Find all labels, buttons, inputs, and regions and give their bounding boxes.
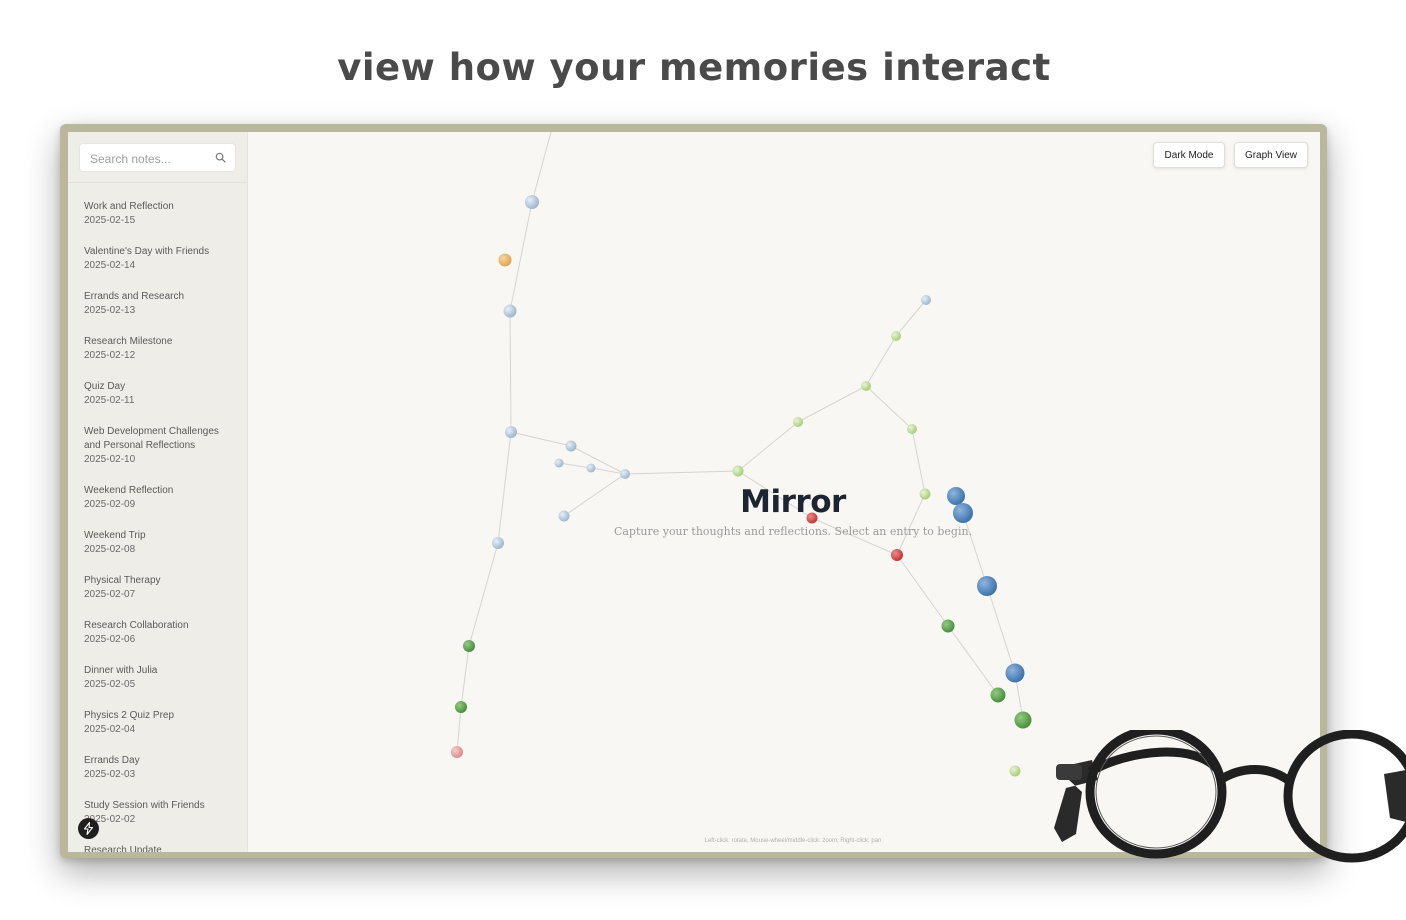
note-list-item[interactable]: Work and Reflection 2025-02-15 xyxy=(68,200,247,228)
note-list-item[interactable]: Research Milestone 2025-02-12 xyxy=(68,335,247,363)
note-date: 2025-02-07 xyxy=(84,589,136,600)
graph-edges xyxy=(456,132,1024,753)
note-title: Physical Therapy xyxy=(84,575,161,586)
app-title: Mirror xyxy=(740,484,846,520)
note-title: Weekend Reflection xyxy=(84,485,174,496)
graph-node[interactable] xyxy=(793,417,803,427)
graph-node[interactable] xyxy=(525,195,539,209)
graph-node[interactable] xyxy=(463,640,475,652)
bolt-button[interactable] xyxy=(78,818,99,839)
graph-node[interactable] xyxy=(907,424,917,434)
graph-node[interactable] xyxy=(455,701,467,713)
graph-node[interactable] xyxy=(732,465,744,477)
graph-node[interactable] xyxy=(565,440,577,452)
note-title: Research Update xyxy=(84,845,162,852)
note-date: 2025-02-08 xyxy=(84,544,136,555)
note-list-item[interactable]: Web Development Challenges and Personal … xyxy=(68,425,247,467)
page-headline: view how your memories interact xyxy=(337,46,1051,89)
graph-node[interactable] xyxy=(919,488,931,500)
graph-node[interactable] xyxy=(498,253,512,267)
graph-node[interactable] xyxy=(921,295,931,305)
note-date: 2025-02-09 xyxy=(84,499,136,510)
graph-node[interactable] xyxy=(941,619,955,633)
note-list-item[interactable]: Research Collaboration 2025-02-06 xyxy=(68,619,247,647)
note-date: 2025-02-04 xyxy=(84,724,136,735)
smart-glasses-image xyxy=(1054,730,1406,863)
note-list-item[interactable]: Dinner with Julia 2025-02-05 xyxy=(68,664,247,692)
note-list-item[interactable]: Valentine's Day with Friends 2025-02-14 xyxy=(68,245,247,273)
graph-node[interactable] xyxy=(451,746,463,758)
note-title: Web Development Challenges and Personal … xyxy=(84,426,219,451)
graph-node[interactable] xyxy=(586,463,596,473)
note-date: 2025-02-11 xyxy=(84,395,135,406)
graph-node[interactable] xyxy=(503,304,517,318)
note-list-item[interactable]: Weekend Reflection 2025-02-09 xyxy=(68,484,247,512)
sidebar-divider xyxy=(68,182,247,183)
note-date: 2025-02-06 xyxy=(84,634,136,645)
note-title: Dinner with Julia xyxy=(84,665,158,676)
note-list-item[interactable]: Research Update xyxy=(68,844,247,852)
note-list-item[interactable]: Physical Therapy 2025-02-07 xyxy=(68,574,247,602)
note-title: Weekend Trip xyxy=(84,530,146,541)
graph-node[interactable] xyxy=(1009,765,1021,777)
bolt-icon xyxy=(83,822,94,835)
note-date: 2025-02-10 xyxy=(84,454,136,465)
app-subtitle: Capture your thoughts and reflections. S… xyxy=(613,525,973,538)
note-list-item[interactable]: Errands Day 2025-02-03 xyxy=(68,754,247,782)
note-title: Errands and Research xyxy=(84,291,185,302)
graph-node[interactable] xyxy=(554,458,564,468)
search-box xyxy=(79,143,236,173)
note-list-item[interactable]: Errands and Research 2025-02-13 xyxy=(68,290,247,318)
note-list: Work and Reflection 2025-02-15 Valentine's… xyxy=(68,200,247,852)
note-title: Physics 2 Quiz Prep xyxy=(84,710,175,721)
note-title: Errands Day xyxy=(84,755,140,766)
graph-node[interactable] xyxy=(861,381,871,391)
graph-controls-hint: Left-click: rotate, Mouse-wheel/middle-c… xyxy=(704,838,882,844)
note-date: 2025-02-14 xyxy=(84,260,136,271)
graph-node[interactable] xyxy=(620,469,630,479)
note-title: Research Collaboration xyxy=(84,620,189,631)
graph-node[interactable] xyxy=(492,537,504,549)
graph-node[interactable] xyxy=(1014,711,1032,729)
search-icon[interactable] xyxy=(215,152,226,163)
note-date: 2025-02-02 xyxy=(84,814,136,825)
graph-node[interactable] xyxy=(891,331,901,341)
graph-node[interactable] xyxy=(505,426,517,438)
note-date: 2025-02-13 xyxy=(84,305,136,316)
sidebar: Work and Reflection 2025-02-15 Valentine's… xyxy=(68,132,248,852)
dark-mode-button[interactable]: Dark Mode xyxy=(1153,142,1225,168)
graph-node[interactable] xyxy=(990,687,1006,703)
search-input[interactable] xyxy=(88,144,212,173)
note-list-item[interactable]: Quiz Day 2025-02-11 xyxy=(68,380,247,408)
graph-node[interactable] xyxy=(977,576,997,596)
note-list-item[interactable]: Physics 2 Quiz Prep 2025-02-04 xyxy=(68,709,247,737)
note-date: 2025-02-05 xyxy=(84,679,136,690)
note-list-item[interactable]: Weekend Trip 2025-02-08 xyxy=(68,529,247,557)
note-title: Work and Reflection xyxy=(84,201,174,212)
graph-node[interactable] xyxy=(891,549,903,561)
graph-node[interactable] xyxy=(953,503,973,523)
graph-node[interactable] xyxy=(947,487,965,505)
note-title: Research Milestone xyxy=(84,336,173,347)
note-title: Quiz Day xyxy=(84,381,126,392)
note-date: 2025-02-12 xyxy=(84,350,136,361)
graph-node[interactable] xyxy=(558,510,570,522)
note-title: Study Session with Friends xyxy=(84,800,205,811)
note-title: Valentine's Day with Friends xyxy=(84,246,210,257)
note-date: 2025-02-03 xyxy=(84,769,136,780)
note-date: 2025-02-15 xyxy=(84,215,136,226)
graph-node[interactable] xyxy=(1005,663,1025,683)
graph-view-button[interactable]: Graph View xyxy=(1234,142,1308,168)
